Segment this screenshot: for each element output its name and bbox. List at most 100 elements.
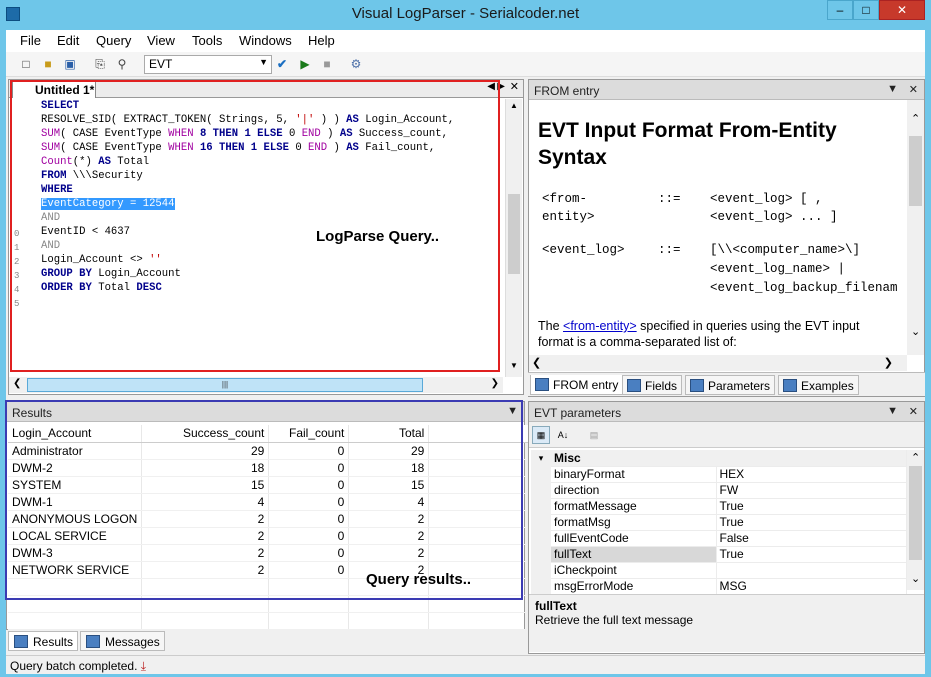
- category-row[interactable]: ▾ Misc: [531, 450, 907, 467]
- property-value[interactable]: MSG: [716, 578, 907, 595]
- doc-paragraph: The <from-entity> specified in queries u…: [538, 319, 908, 333]
- input-format-select[interactable]: EVT ▼: [144, 55, 272, 74]
- book-icon: [535, 378, 549, 391]
- stop-icon[interactable]: ■: [319, 56, 335, 72]
- property-value[interactable]: [716, 562, 907, 579]
- tab-from-entry[interactable]: FROM entry: [530, 375, 624, 395]
- tab-parameters[interactable]: Parameters: [685, 375, 776, 395]
- tab-results[interactable]: Results: [8, 631, 79, 651]
- property-row[interactable]: formatMessage True: [531, 498, 907, 515]
- tab-messages[interactable]: Messages: [80, 631, 165, 651]
- editor-close-icon[interactable]: ✕: [510, 80, 519, 93]
- category-label: Misc: [551, 450, 907, 467]
- property-value[interactable]: True: [716, 514, 907, 531]
- scroll-right-icon[interactable]: ❯: [884, 356, 893, 369]
- input-format-value: EVT: [149, 57, 173, 71]
- doc-horizontal-scrollbar[interactable]: ❮ ❯: [529, 355, 907, 371]
- grammar-rhs: [\\<computer_name>\]: [710, 243, 861, 257]
- property-value[interactable]: True: [716, 546, 907, 563]
- sort-alpha-icon[interactable]: A↓: [554, 426, 572, 444]
- table-cell-empty: [268, 612, 350, 630]
- settings-icon[interactable]: ⚙: [348, 56, 364, 72]
- collapse-icon[interactable]: ▾: [531, 450, 551, 466]
- scroll-left-icon[interactable]: ❮: [532, 356, 541, 369]
- status-text: Query batch completed.: [10, 659, 138, 673]
- menu-view[interactable]: View: [147, 33, 175, 48]
- grammar-def: ::=: [658, 192, 681, 206]
- menu-windows[interactable]: Windows: [239, 33, 292, 48]
- property-row[interactable]: msgErrorMode MSG: [531, 578, 907, 595]
- close-pane-icon[interactable]: ✕: [909, 405, 918, 418]
- menu-help[interactable]: Help: [308, 33, 335, 48]
- pin-icon[interactable]: ▼: [887, 83, 898, 95]
- menu-bar: File Edit Query View Tools Windows Help: [6, 30, 925, 52]
- grammar-def: ::=: [658, 243, 681, 257]
- pin-icon[interactable]: ▼: [887, 405, 898, 417]
- save-icon[interactable]: ▣: [62, 56, 78, 72]
- description-text: Retrieve the full text message: [535, 613, 694, 627]
- doc-vertical-scrollbar[interactable]: ⌃ ⌄: [907, 100, 924, 355]
- grammar-token: <from-: [542, 192, 588, 206]
- grammar-rhs: <event_log> ... ]: [710, 210, 838, 224]
- editor-vertical-scrollbar[interactable]: ▲ ▼: [505, 99, 522, 377]
- table-cell-empty: [428, 612, 530, 630]
- grammar-rhs: <event_log> [ ,: [710, 192, 823, 206]
- property-grid-scrollbar[interactable]: ⌃ ⌄: [907, 450, 924, 590]
- run-icon[interactable]: ▶: [297, 56, 313, 72]
- property-row[interactable]: fullText True: [531, 546, 907, 563]
- examples-icon: [783, 379, 797, 392]
- table-cell-empty: [141, 612, 270, 630]
- property-name: formatMessage: [551, 498, 717, 515]
- print-preview-icon[interactable]: ⚲: [114, 56, 130, 72]
- menu-edit[interactable]: Edit: [57, 33, 79, 48]
- scroll-right-icon[interactable]: ❯: [491, 378, 499, 389]
- categorized-icon[interactable]: ▦: [532, 426, 550, 444]
- property-value[interactable]: False: [716, 530, 907, 547]
- scroll-up-icon[interactable]: ⌃: [911, 112, 920, 125]
- row-gutter: [531, 514, 551, 530]
- scroll-thumb[interactable]: [909, 136, 922, 206]
- property-row[interactable]: binaryFormat HEX: [531, 466, 907, 483]
- property-name: binaryFormat: [551, 466, 717, 483]
- check-icon[interactable]: ✔: [274, 56, 290, 72]
- property-row[interactable]: iCheckpoint: [531, 562, 907, 579]
- minimize-button[interactable]: –: [827, 0, 853, 20]
- property-row[interactable]: direction FW: [531, 482, 907, 499]
- doc-heading: EVT Input Format From-Entity Syntax: [538, 119, 837, 169]
- scroll-thumb[interactable]: [508, 194, 520, 274]
- tab-examples[interactable]: Examples: [778, 375, 859, 395]
- query-highlight-box: [10, 80, 500, 372]
- property-value[interactable]: FW: [716, 482, 907, 499]
- tab-fields[interactable]: Fields: [622, 375, 683, 395]
- property-value[interactable]: True: [716, 498, 907, 515]
- table-cell-empty: [8, 612, 143, 630]
- menu-tools[interactable]: Tools: [192, 33, 222, 48]
- property-value[interactable]: HEX: [716, 466, 907, 483]
- row-gutter: [531, 546, 551, 562]
- scroll-up-icon[interactable]: ⌃: [911, 451, 920, 464]
- scroll-down-icon[interactable]: ⌄: [911, 325, 920, 338]
- new-file-icon[interactable]: □: [18, 56, 34, 72]
- tab-label: Fields: [645, 379, 678, 393]
- table-row-empty: [8, 612, 530, 630]
- menu-file[interactable]: File: [20, 33, 41, 48]
- scroll-up-icon[interactable]: ▲: [510, 101, 518, 110]
- close-button[interactable]: ✕: [879, 0, 925, 20]
- maximize-button[interactable]: □: [853, 0, 879, 20]
- row-gutter: [531, 578, 551, 594]
- results-tab-strip: Results Messages: [6, 630, 525, 652]
- scroll-down-icon[interactable]: ▼: [510, 361, 518, 370]
- scroll-left-icon[interactable]: ❮: [13, 378, 21, 389]
- property-name: direction: [551, 482, 717, 499]
- scroll-down-icon[interactable]: ⌄: [911, 572, 920, 585]
- close-pane-icon[interactable]: ✕: [909, 83, 918, 96]
- scroll-thumb[interactable]: [909, 466, 922, 560]
- property-row[interactable]: formatMsg True: [531, 514, 907, 531]
- print-icon[interactable]: ⎘: [92, 56, 108, 72]
- property-pages-icon[interactable]: ▤: [585, 426, 603, 444]
- horizontal-scroll-thumb[interactable]: |||: [27, 378, 423, 392]
- open-folder-icon[interactable]: ■: [40, 56, 56, 72]
- from-entity-link[interactable]: <from-entity>: [563, 319, 637, 333]
- property-row[interactable]: fullEventCode False: [531, 530, 907, 547]
- menu-query[interactable]: Query: [96, 33, 131, 48]
